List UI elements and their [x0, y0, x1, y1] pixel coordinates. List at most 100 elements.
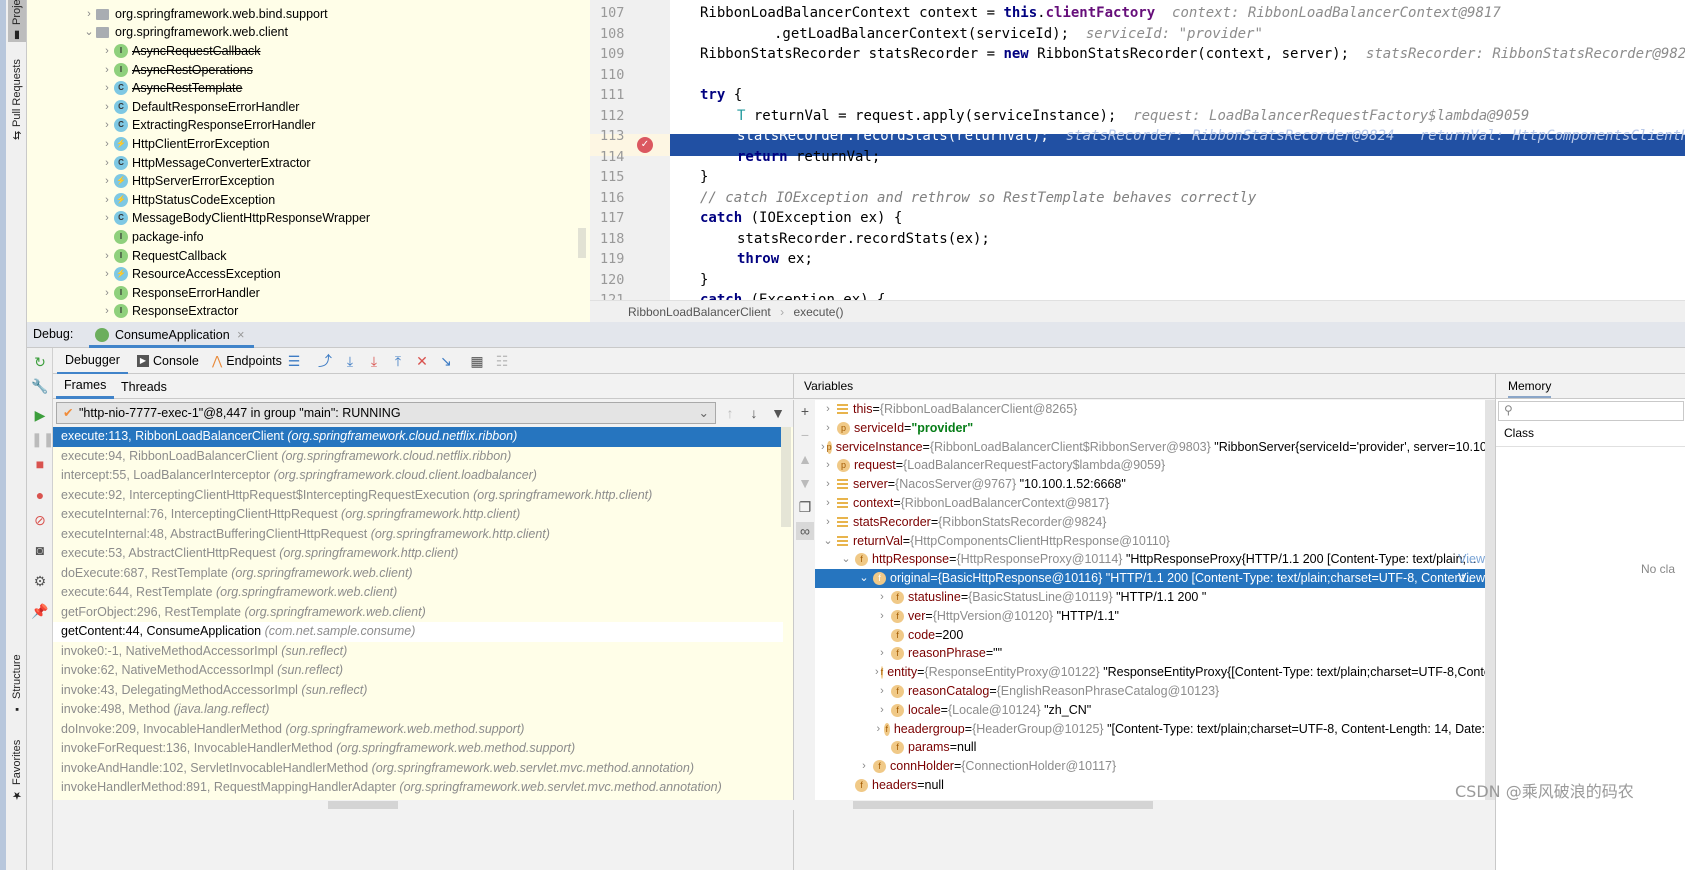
- chevron-right-icon[interactable]: ›: [875, 663, 879, 682]
- variable-row[interactable]: ⌄ returnVal = {HttpComponentsClientHttpRe…: [815, 532, 1485, 551]
- chevron-right-icon[interactable]: ›: [100, 115, 114, 135]
- chevron-right-icon[interactable]: ›: [821, 456, 835, 475]
- chevron-right-icon[interactable]: ›: [82, 4, 96, 24]
- drop-frame-icon[interactable]: ✕: [413, 352, 431, 370]
- chevron-right-icon[interactable]: ›: [857, 757, 871, 776]
- tool-tab-project[interactable]: ▮ Project: [8, 0, 26, 42]
- tab-endpoints[interactable]: ⋀ Endpoints: [212, 348, 282, 374]
- variable-row[interactable]: ⌄ f httpResponse = {HttpResponseProxy@1011…: [815, 550, 1485, 569]
- next-frame-icon[interactable]: ↓: [745, 404, 763, 422]
- chevron-down-icon[interactable]: ⌄: [82, 22, 96, 42]
- line-number[interactable]: 116: [600, 187, 650, 209]
- frame-row[interactable]: getForObject:296, RestTemplate (org.spri…: [53, 603, 783, 623]
- chevron-right-icon[interactable]: ›: [875, 644, 889, 663]
- line-number[interactable]: 118: [600, 228, 650, 250]
- tree-item[interactable]: › C DefaultResponseErrorHandler: [100, 97, 299, 117]
- filter-icon[interactable]: ▼: [769, 404, 787, 422]
- code-line[interactable]: }: [700, 166, 708, 188]
- step-out-icon[interactable]: ⤒: [389, 352, 407, 370]
- chevron-right-icon[interactable]: ›: [821, 400, 835, 419]
- tree-item[interactable]: › ⚡ HttpStatusCodeException: [100, 190, 275, 210]
- frame-row[interactable]: intercept:55, LoadBalancerInterceptor (o…: [53, 466, 783, 486]
- chevron-right-icon[interactable]: ›: [100, 60, 114, 80]
- frame-row[interactable]: doInvoke:209, InvocableHandlerMethod (or…: [53, 720, 783, 740]
- code-line[interactable]: .getLoadBalancerContext(serviceId); serv…: [774, 23, 1263, 45]
- mute-breakpoints-icon[interactable]: ⊘: [31, 511, 49, 529]
- chevron-right-icon[interactable]: ›: [875, 607, 889, 626]
- tree-item[interactable]: › I AsyncRequestCallback: [100, 41, 261, 61]
- chevron-right-icon[interactable]: ›: [100, 283, 114, 303]
- tree-item[interactable]: › I RequestCallback: [100, 246, 227, 266]
- memory-search-input[interactable]: ⚲: [1498, 401, 1684, 421]
- rerun-icon[interactable]: ↻: [31, 353, 49, 371]
- code-line[interactable]: try {: [700, 84, 742, 106]
- frame-row[interactable]: invokeForRequest:136, InvocableHandlerMe…: [53, 739, 783, 759]
- view-link[interactable]: View: [1458, 569, 1485, 588]
- chevron-right-icon[interactable]: ›: [821, 475, 835, 494]
- code-line[interactable]: throw ex;: [737, 248, 813, 270]
- chevron-right-icon[interactable]: ›: [100, 171, 114, 191]
- project-scrollbar[interactable]: [578, 228, 586, 258]
- view-breakpoints-icon[interactable]: ●: [31, 486, 49, 504]
- chevron-down-icon[interactable]: ⌄: [857, 569, 871, 588]
- line-number[interactable]: 113: [600, 125, 650, 147]
- frames-scrollbar[interactable]: [781, 427, 791, 527]
- tree-item[interactable]: › C ExtractingResponseErrorHandler: [100, 115, 315, 135]
- code-line[interactable]: RibbonStatsRecorder statsRecorder = new …: [700, 43, 1685, 65]
- code-line[interactable]: catch (IOException ex) {: [700, 207, 902, 229]
- line-number[interactable]: 108: [600, 23, 650, 45]
- move-up-icon[interactable]: ▲: [796, 450, 814, 468]
- frame-row[interactable]: getContent:44, ConsumeApplication (com.n…: [53, 622, 783, 642]
- column-class[interactable]: Class: [1504, 426, 1534, 440]
- variable-row[interactable]: › context = {RibbonLoadBalancerContext@98…: [815, 494, 1485, 513]
- line-number[interactable]: 111: [600, 84, 650, 106]
- line-number[interactable]: 112: [600, 105, 650, 127]
- variable-row[interactable]: › f reasonPhrase = "": [815, 644, 1485, 663]
- variable-row[interactable]: › f headergroup = {HeaderGroup@10125} "[Co…: [815, 720, 1485, 739]
- close-tab-icon[interactable]: ×: [237, 328, 244, 342]
- variable-row[interactable]: › f locale = {Locale@10124} "zh_CN": [815, 701, 1485, 720]
- step-into-icon[interactable]: ⤓: [365, 352, 383, 370]
- tree-item[interactable]: › I ResponseErrorHandler: [100, 283, 260, 303]
- variable-row[interactable]: › p serviceInstance = {RibbonLoadBalancerC…: [815, 438, 1494, 457]
- debug-session-tab[interactable]: ConsumeApplication ×: [89, 322, 255, 348]
- run-to-cursor-icon[interactable]: ↘: [437, 352, 455, 370]
- tab-console[interactable]: ▶ Console: [137, 348, 199, 374]
- tab-frames[interactable]: Frames: [56, 374, 115, 399]
- frame-row[interactable]: executeInternal:76, InterceptingClientHt…: [53, 505, 783, 525]
- camera-icon[interactable]: ◙: [31, 541, 49, 559]
- line-number[interactable]: 114: [600, 146, 650, 168]
- code-line[interactable]: RibbonLoadBalancerContext context = this…: [700, 2, 1501, 24]
- chevron-right-icon[interactable]: ›: [875, 701, 889, 720]
- chevron-right-icon[interactable]: ›: [100, 301, 114, 321]
- variables-scrollbar[interactable]: [1485, 400, 1495, 800]
- code-line[interactable]: T returnVal = request.apply(serviceInsta…: [737, 105, 1529, 127]
- move-down-icon[interactable]: ▼: [796, 474, 814, 492]
- frame-row[interactable]: execute:644, RestTemplate (org.springfra…: [53, 583, 783, 603]
- tree-package[interactable]: ⌄ org.springframework.web.client: [82, 22, 288, 42]
- line-number[interactable]: 109: [600, 43, 650, 65]
- previous-frame-icon[interactable]: ↑: [721, 404, 739, 422]
- frame-row[interactable]: doExecute:687, RestTemplate (org.springf…: [53, 564, 783, 584]
- chevron-right-icon[interactable]: ›: [100, 264, 114, 284]
- tree-item[interactable]: › C HttpMessageConverterExtractor: [100, 153, 311, 173]
- variable-row[interactable]: ⌄ f original = {BasicHttpResponse@10116} "…: [815, 569, 1485, 589]
- tree-item[interactable]: › C AsyncRestTemplate: [100, 78, 242, 98]
- variable-row[interactable]: › statsRecorder = {RibbonStatsRecorder@98…: [815, 513, 1485, 532]
- frames-hscroll-thumb[interactable]: [328, 801, 398, 809]
- gear-icon[interactable]: ⚙: [31, 572, 49, 590]
- frame-row[interactable]: execute:113, RibbonLoadBalancerClient (o…: [53, 427, 783, 447]
- horizontal-scrollbar[interactable]: [53, 800, 1495, 810]
- variable-row[interactable]: › p serviceId = "provider": [815, 419, 1485, 438]
- line-number[interactable]: 120: [600, 269, 650, 291]
- chevron-right-icon[interactable]: ›: [100, 78, 114, 98]
- frame-row[interactable]: execute:92, InterceptingClientHttpReques…: [53, 486, 783, 506]
- vars-hscroll-thumb[interactable]: [853, 801, 1153, 809]
- chevron-right-icon[interactable]: ›: [100, 190, 114, 210]
- copy-icon[interactable]: ❐: [796, 498, 814, 516]
- trace-icon[interactable]: ☷: [493, 352, 511, 370]
- remove-watch-icon[interactable]: −: [796, 426, 814, 444]
- frame-row[interactable]: invoke:43, DelegatingMethodAccessorImpl …: [53, 681, 783, 701]
- chevron-right-icon[interactable]: ›: [100, 153, 114, 173]
- view-link[interactable]: View: [1458, 550, 1485, 569]
